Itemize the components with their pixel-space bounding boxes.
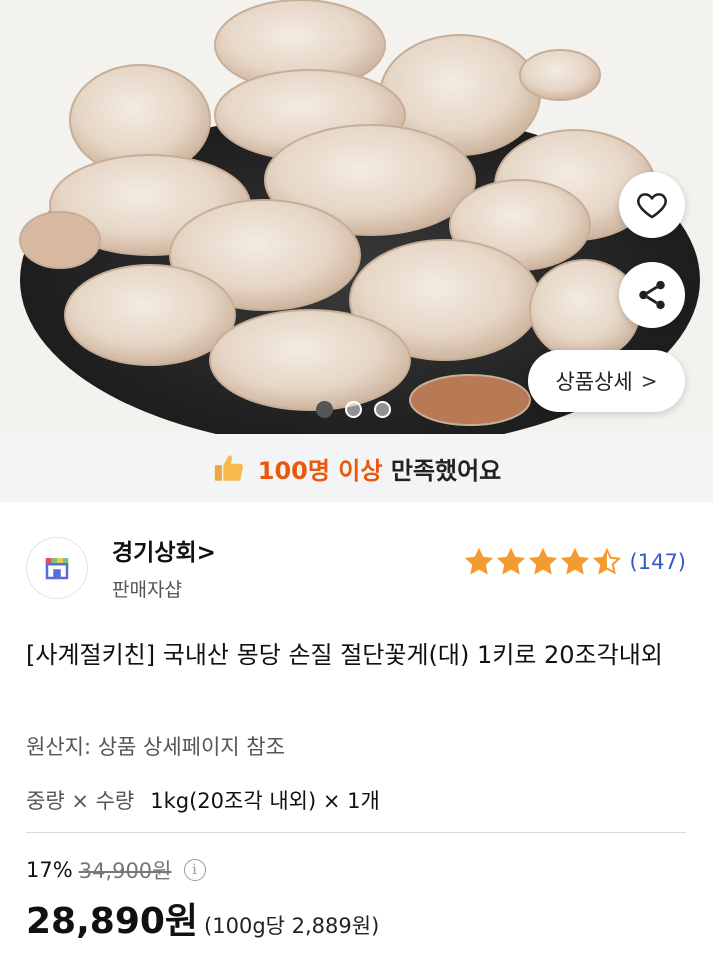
- option-label: 중량 × 수량: [26, 789, 135, 813]
- discount-row: 17% 34,900원 i: [26, 855, 206, 885]
- thumbs-up-icon: [214, 455, 243, 481]
- rating-stars: [464, 547, 622, 577]
- review-count[interactable]: (147): [630, 550, 686, 574]
- carousel-dot[interactable]: [316, 401, 333, 418]
- product-option: 중량 × 수량 1kg(20조각 내외) × 1개: [26, 785, 380, 815]
- satisfaction-text: 만족했어요: [390, 456, 502, 485]
- store-icon: [45, 558, 69, 580]
- info-icon[interactable]: i: [183, 859, 206, 881]
- discount-percent: 17%: [26, 858, 73, 882]
- star-full-icon: [464, 547, 493, 575]
- star-full-icon: [496, 547, 525, 575]
- product-title: [사계절키친] 국내산 몽당 손질 절단꽃게(대) 1키로 20조각내외: [26, 641, 663, 669]
- divider: [26, 832, 686, 833]
- heart-outline-icon: [637, 193, 667, 219]
- chevron-right-icon: >: [640, 369, 658, 393]
- product-image-carousel[interactable]: 상품상세 >: [0, 0, 713, 434]
- rating[interactable]: (147): [464, 547, 686, 577]
- price-row: 28,890원 (100g당 2,889원): [26, 892, 379, 944]
- satisfaction-banner: 100명 이상 만족했어요: [0, 434, 713, 502]
- sale-price: 28,890원: [26, 901, 199, 942]
- star-full-icon: [560, 547, 589, 575]
- share-button[interactable]: [619, 262, 685, 328]
- share-icon: [639, 280, 665, 310]
- unit-price: (100g당 2,889원): [204, 914, 380, 938]
- product-detail-button[interactable]: 상품상세 >: [528, 350, 685, 412]
- product-detail-label: 상품상세: [555, 370, 633, 394]
- seller-logo[interactable]: [26, 537, 88, 599]
- carousel-dot[interactable]: [345, 401, 362, 418]
- seller-name-link[interactable]: 경기상회>: [112, 533, 216, 567]
- carousel-dot[interactable]: [374, 401, 391, 418]
- star-full-icon: [528, 547, 557, 575]
- seller-row: 경기상회> 판매자샵 (147): [26, 533, 686, 613]
- satisfaction-count: 100명 이상: [257, 456, 383, 485]
- seller-subtitle: 판매자샵: [112, 579, 182, 601]
- original-price: 34,900원: [78, 859, 172, 883]
- favorite-button[interactable]: [619, 172, 685, 238]
- star-half-icon: [592, 547, 621, 575]
- product-origin: 원산지: 상품 상세페이지 참조: [26, 735, 285, 759]
- carousel-indicator: [316, 401, 391, 418]
- option-value: 1kg(20조각 내외) × 1개: [150, 789, 380, 813]
